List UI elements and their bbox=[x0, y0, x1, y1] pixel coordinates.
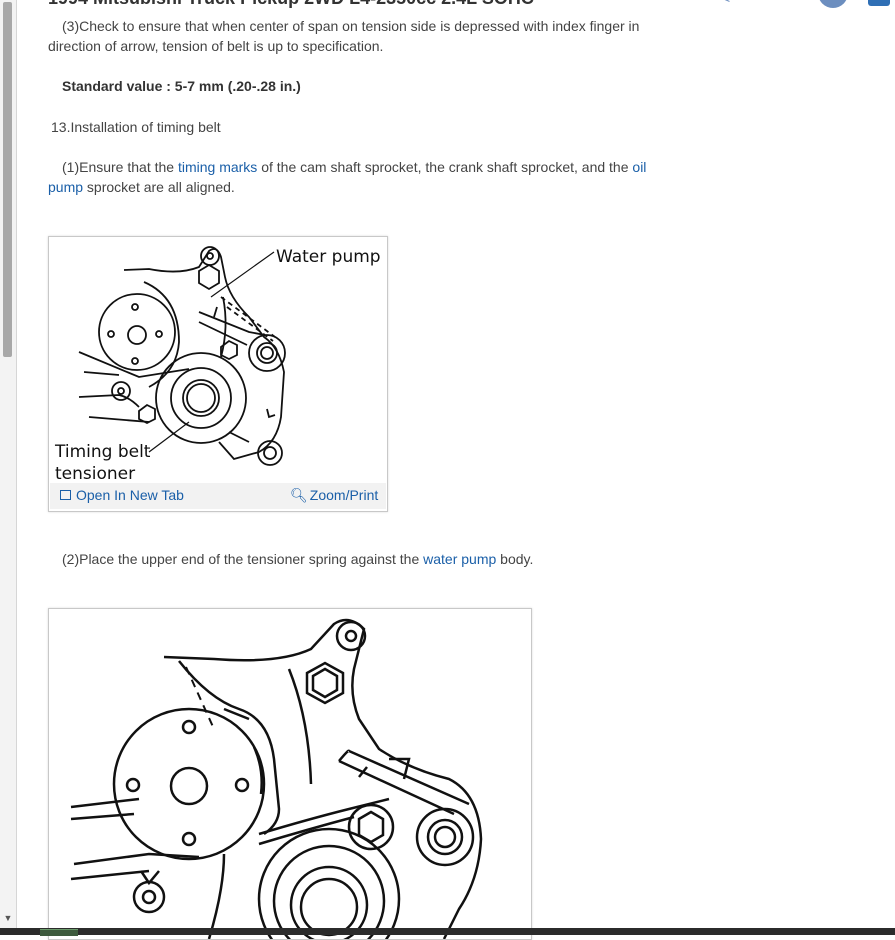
chevron-left-icon[interactable]: < bbox=[722, 0, 730, 6]
open-in-new-tab-icon bbox=[60, 490, 71, 500]
scrollbar-thumb[interactable] bbox=[3, 2, 12, 357]
step1-prefix: (1)Ensure that the bbox=[62, 159, 178, 175]
figure-water-pump-tensioner[interactable]: Water pump Timing belt tensioner Open In… bbox=[48, 236, 388, 512]
step1-suffix: sprocket are all aligned. bbox=[83, 179, 235, 195]
step1-middle: of the cam shaft sprocket, the crank sha… bbox=[257, 159, 633, 175]
open-in-new-tab-button[interactable]: Open In New Tab bbox=[60, 487, 184, 503]
figure-footer: Open In New Tab 🔍︎ Zoom/Print bbox=[50, 483, 386, 509]
label-tensioner: tensioner bbox=[55, 464, 135, 483]
standard-value: Standard value : 5-7 mm (.20-.28 in.) bbox=[62, 76, 682, 96]
open-in-new-tab-label: Open In New Tab bbox=[76, 487, 184, 503]
step3-text: (3)Check to ensure that when center of s… bbox=[48, 16, 668, 56]
avatar[interactable] bbox=[818, 0, 848, 8]
page-title: 1994 Mitsubishi Truck Pickup 2WD L4-2350… bbox=[48, 0, 534, 9]
magnifier-icon: 🔍︎ bbox=[290, 487, 308, 503]
step2-suffix: body. bbox=[496, 551, 534, 567]
zoom-print-label: Zoom/Print bbox=[309, 487, 379, 503]
step3-text-content: (3)Check to ensure that when center of s… bbox=[48, 18, 640, 54]
taskbar bbox=[0, 928, 895, 935]
diagram-water-pump-tensioner: Water pump Timing belt tensioner bbox=[54, 246, 381, 484]
scroll-down-arrow-icon[interactable]: ▼ bbox=[2, 912, 14, 924]
link-water-pump[interactable]: water pump bbox=[423, 551, 496, 567]
link-timing-marks[interactable]: timing marks bbox=[178, 159, 257, 175]
section-heading: 13.Installation of timing belt bbox=[51, 119, 221, 135]
step1-text: (1)Ensure that the timing marks of the c… bbox=[48, 157, 668, 197]
label-timing-belt: Timing belt bbox=[54, 442, 151, 462]
page-scrollbar[interactable]: ▼ bbox=[0, 0, 17, 928]
step2-text: (2)Place the upper end of the tensioner … bbox=[48, 549, 668, 569]
diagram-tensioner-spring bbox=[70, 618, 483, 939]
standard-value-text: Standard value : 5-7 mm (.20-.28 in.) bbox=[62, 78, 301, 94]
step2-prefix: (2)Place the upper end of the tensioner … bbox=[62, 551, 424, 567]
label-water-pump: Water pump bbox=[276, 247, 381, 267]
app-icon[interactable] bbox=[868, 0, 890, 6]
figure-tensioner-spring[interactable] bbox=[48, 608, 532, 940]
zoom-print-button[interactable]: 🔍︎ Zoom/Print bbox=[290, 487, 378, 504]
